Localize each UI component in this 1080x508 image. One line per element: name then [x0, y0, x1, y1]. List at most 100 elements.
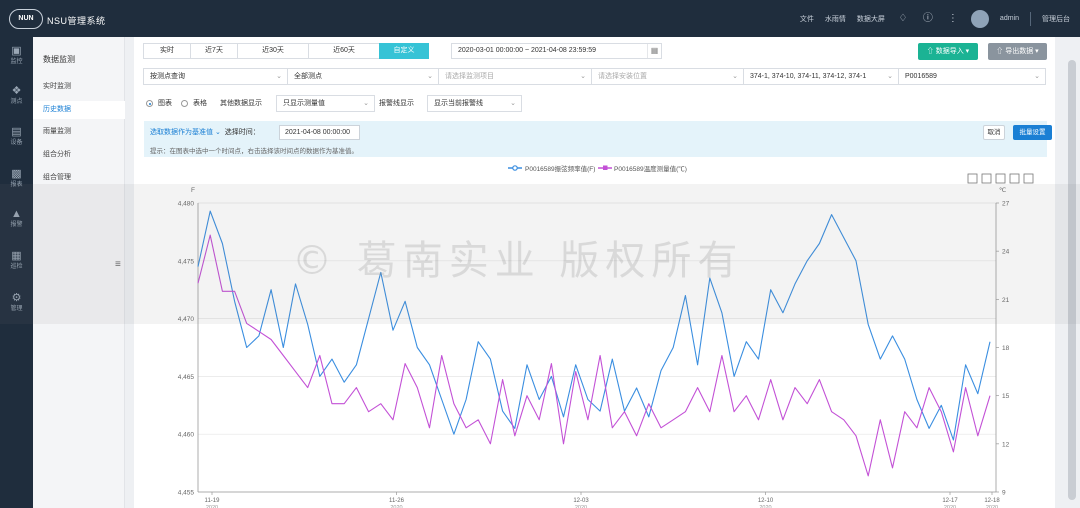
- bell-icon[interactable]: ♢: [896, 12, 910, 26]
- tab-30days[interactable]: 近30天: [237, 43, 309, 59]
- nav-item-patrol[interactable]: ▦ 巡检: [0, 250, 33, 280]
- more-icon[interactable]: ⋮: [946, 12, 960, 26]
- history-line-chart[interactable]: P0016589振弦频率值(F) P0016589温度测量值(℃) F ℃ 4,480 4…: [134, 161, 1055, 508]
- import-label: 数据导入: [935, 48, 964, 55]
- chart-radio[interactable]: [146, 100, 153, 107]
- date-range-input[interactable]: 2020-03-01 00:00:00 ~ 2021-04-08 23:59:5…: [451, 43, 662, 59]
- chevron-down-icon[interactable]: ⌄: [213, 129, 223, 136]
- subnav-item-combo-manage[interactable]: 组合管理: [33, 169, 125, 187]
- x-tick-label: 11-26: [389, 498, 405, 504]
- zoom-reset-icon[interactable]: [981, 173, 992, 184]
- top-bar: NUN NSU管理系统 文件 水雨情 数据大屏 ♢ ⓘ ⋮ admin 管理后台: [0, 0, 1080, 37]
- app-logo[interactable]: NUN: [9, 9, 43, 29]
- restore-icon[interactable]: [995, 173, 1006, 184]
- nav-item-manage[interactable]: ⚙ 管理: [0, 292, 33, 322]
- left-tick-label: 4,480: [178, 201, 195, 208]
- subnav-item-rain[interactable]: 雨量监测: [33, 123, 125, 141]
- install-location-select[interactable]: 请选择安装位置 ⌄: [591, 68, 744, 85]
- baseline-time-input[interactable]: 2021-04-08 00:00:00: [279, 125, 360, 140]
- nav-item-report[interactable]: ▩ 报表: [0, 168, 33, 198]
- monitor-item-select[interactable]: 请选择监测项目 ⌄: [438, 68, 592, 85]
- main-panel: 实时 近7天 近30天 近60天 自定义 2020-03-01 00:00:00…: [134, 37, 1055, 508]
- select-value: 按测点查询: [150, 73, 185, 80]
- nav-item-alarm[interactable]: ▲ 报警: [0, 208, 33, 238]
- sensor-icon: ❖: [11, 85, 22, 97]
- right-tick-label: 15: [1002, 393, 1010, 400]
- date-range-value: 2020-03-01 00:00:00 ~ 2021-04-08 23:59:5…: [458, 47, 596, 54]
- x-tick-label: 12-10: [758, 498, 774, 504]
- x-tick-label: 11-19: [205, 498, 221, 504]
- subnav-item-realtime[interactable]: 实时监测: [33, 78, 125, 96]
- page-scrollbar[interactable]: [1068, 60, 1076, 500]
- left-tick-label: 4,460: [178, 432, 195, 439]
- chart-radio-label[interactable]: 图表: [158, 95, 172, 112]
- nav-item-points[interactable]: ❖ 测点: [0, 85, 33, 115]
- export-data-button[interactable]: ⇧ 导出数据 ▾: [988, 43, 1047, 60]
- download-icon[interactable]: [1009, 173, 1020, 184]
- top-link-files[interactable]: 文件: [800, 14, 814, 24]
- point-select[interactable]: 全部测点 ⌄: [287, 68, 439, 85]
- collapse-menu-icon[interactable]: ≡: [115, 259, 121, 270]
- alarm-line-label: 报警线显示: [379, 100, 414, 107]
- x-tick-label: 12-17: [942, 498, 958, 504]
- frequency-series-line: [197, 210, 991, 441]
- baseline-hint: 提示：在图表中选中一个时间点，右击选择该时间点的数据作为基准值。: [150, 148, 358, 155]
- nav-label: 测点: [10, 99, 23, 105]
- chevron-down-icon: ⌄: [510, 100, 516, 107]
- calendar-icon[interactable]: ▦: [647, 44, 661, 58]
- zoom-icon[interactable]: [967, 173, 978, 184]
- legend-label-frequency: P0016589振弦频率值(F): [525, 164, 595, 173]
- chevron-down-icon: ⌄: [363, 100, 369, 107]
- temperature-series-line: [197, 234, 991, 477]
- time-label: 选择时间：: [224, 129, 260, 136]
- nav-item-device[interactable]: ▤ 设备: [0, 126, 33, 156]
- report-icon: ▩: [11, 168, 22, 180]
- chart-type-icon[interactable]: [1023, 173, 1034, 184]
- left-tick-label: 4,465: [178, 374, 195, 381]
- chevron-down-icon: ⌄: [427, 73, 433, 80]
- point-multi-select[interactable]: 374-1, 374-10, 374-11, 374-12, 374-1 ⌄: [743, 68, 899, 85]
- cancel-button[interactable]: 取消: [983, 125, 1005, 140]
- help-icon[interactable]: ⓘ: [921, 12, 935, 26]
- right-tick-label: 18: [1002, 345, 1010, 352]
- tab-7days[interactable]: 近7天: [190, 43, 238, 59]
- avatar[interactable]: [970, 9, 989, 28]
- camera-icon: ▣: [11, 45, 22, 57]
- icon-nav: ▣ 监控 ❖ 测点 ▤ 设备 ▩ 报表 ▲ 报警 ▦ 巡检 ⚙ 管理: [0, 37, 33, 508]
- query-mode-select[interactable]: 按测点查询 ⌄: [143, 68, 288, 85]
- table-radio[interactable]: [181, 100, 188, 107]
- right-tick-label: 12: [1002, 441, 1010, 448]
- subnav-title: 数据监测: [43, 55, 75, 64]
- chevron-down-icon: ⌄: [1034, 73, 1040, 80]
- left-tick-label: 4,475: [178, 258, 195, 265]
- select-placeholder: 请选择监测项目: [445, 73, 494, 80]
- top-links: 文件 水雨情 数据大屏 ♢ ⓘ ⋮ admin 管理后台: [800, 0, 1070, 37]
- subnav-item-combo-analysis[interactable]: 组合分析: [33, 146, 125, 164]
- batch-set-button[interactable]: 批量设置: [1013, 125, 1052, 140]
- select-value: 只显示测量值: [283, 100, 325, 107]
- sensor-select[interactable]: P0016589 ⌄: [898, 68, 1046, 85]
- tab-realtime[interactable]: 实时: [143, 43, 191, 59]
- chevron-down-icon: ⌄: [580, 73, 586, 80]
- top-link-bigscreen[interactable]: 数据大屏: [857, 14, 885, 24]
- subnav-item-history[interactable]: 历史数据: [33, 101, 125, 119]
- import-data-button[interactable]: ⇧ 数据导入 ▾: [918, 43, 978, 60]
- tab-custom[interactable]: 自定义: [379, 43, 429, 59]
- user-name[interactable]: admin: [1000, 15, 1019, 22]
- admin-link[interactable]: 管理后台: [1042, 14, 1070, 24]
- select-value: 374-1, 374-10, 374-11, 374-12, 374-1: [750, 73, 867, 80]
- select-value: P0016589: [905, 73, 937, 80]
- select-baseline-dropdown[interactable]: 选取数据作为基准值: [150, 129, 213, 136]
- top-link-rain[interactable]: 水雨情: [825, 14, 846, 24]
- other-data-select[interactable]: 只显示测量值 ⌄: [276, 95, 375, 112]
- right-axis-unit: ℃: [999, 187, 1007, 194]
- gear-icon: ⚙: [11, 292, 22, 304]
- legend-label-temperature: P0016589温度测量值(℃): [614, 164, 687, 173]
- divider: [1030, 11, 1031, 26]
- tab-60days[interactable]: 近60天: [308, 43, 380, 59]
- table-radio-label[interactable]: 表格: [193, 95, 207, 112]
- alarm-line-select[interactable]: 显示当前报警线 ⌄: [427, 95, 522, 112]
- filter-row: 按测点查询 ⌄ 全部测点 ⌄ 请选择监测项目 ⌄ 请选择安装位置 ⌄ 374-1, 37…: [143, 68, 1046, 85]
- chart-area[interactable]: P0016589振弦频率值(F) P0016589温度测量值(℃) F ℃ 4,480 4…: [134, 161, 1055, 508]
- nav-item-monitor[interactable]: ▣ 监控: [0, 45, 33, 75]
